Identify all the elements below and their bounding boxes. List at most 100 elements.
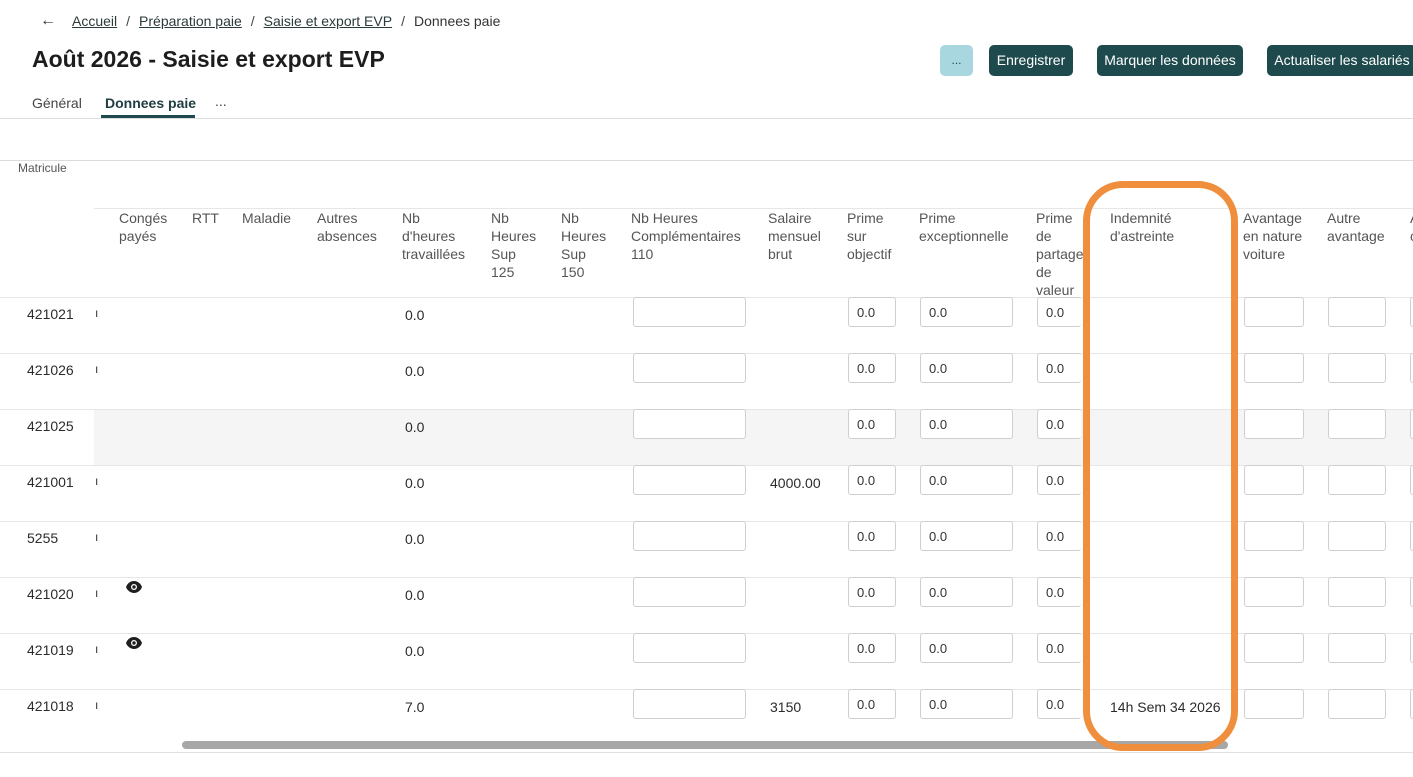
column-header-line: Sup: [491, 246, 516, 262]
heures-complementaires-input[interactable]: [633, 521, 746, 551]
refresh-employees-button[interactable]: Actualiser les salariés: [1267, 45, 1413, 76]
tab-more[interactable]: ...: [215, 93, 227, 109]
avantage-voiture-input[interactable]: [1244, 689, 1304, 719]
prime-partage-input[interactable]: 0.0: [1037, 465, 1081, 495]
prime-partage-input[interactable]: 0.0: [1037, 297, 1081, 327]
heures-travaillees-cell: 0.0: [405, 587, 425, 603]
row-marker: ı: [95, 642, 99, 656]
prime-exceptionnelle-input[interactable]: 0.0: [920, 353, 1013, 383]
prime-exceptionnelle-input[interactable]: 0.0: [920, 689, 1013, 719]
breadcrumb-separator: /: [401, 13, 405, 29]
breadcrumb-separator: /: [126, 13, 131, 29]
row-marker: ı: [95, 530, 99, 544]
breadcrumb-accueil[interactable]: Accueil: [72, 13, 117, 29]
prime-partage-input[interactable]: 0.0: [1037, 409, 1081, 439]
arrow-left-icon[interactable]: ←: [40, 12, 56, 30]
heures-travaillees-cell: 0.0: [405, 643, 425, 659]
matricule-cell: 421020: [27, 586, 74, 602]
prime-objectif-input[interactable]: 0.0: [848, 577, 896, 607]
column-header-autres_abs: Autres absences: [317, 209, 377, 245]
heures-complementaires-input[interactable]: [633, 689, 746, 719]
heures-complementaires-input[interactable]: [633, 297, 746, 327]
autre-avantage-input[interactable]: [1328, 689, 1386, 719]
autre-avantage-input[interactable]: [1328, 297, 1386, 327]
prime-partage-input[interactable]: 0.0: [1037, 521, 1081, 551]
column-header-line: Prime: [919, 210, 956, 226]
tab-donnees-paie[interactable]: Donnees paie: [105, 95, 196, 111]
autre-avantage-input[interactable]: [1328, 465, 1386, 495]
prime-exceptionnelle-input[interactable]: 0.0: [920, 409, 1013, 439]
column-header-line: d'heures: [402, 228, 456, 244]
column-header-line: sur: [847, 228, 867, 244]
column-header-line: RTT: [192, 210, 219, 226]
avantage-voiture-input[interactable]: [1244, 577, 1304, 607]
autre-avantage-input[interactable]: [1328, 353, 1386, 383]
breadcrumb-preparation-paie[interactable]: Préparation paie: [139, 13, 242, 29]
avantage-voiture-input[interactable]: [1244, 633, 1304, 663]
avantage-voiture-input[interactable]: [1244, 297, 1304, 327]
matricule-cell: 421019: [27, 642, 74, 658]
tab-general[interactable]: Général: [32, 95, 82, 111]
column-header-line: Heures: [561, 228, 607, 244]
save-button[interactable]: Enregistrer: [989, 45, 1073, 76]
column-header-avantage_voiture: Avantage en nature voiture: [1243, 209, 1302, 263]
autre-avantage-input[interactable]: [1328, 577, 1386, 607]
prime-exceptionnelle-input[interactable]: 0.0: [920, 297, 1013, 327]
avantage-voiture-input[interactable]: [1244, 353, 1304, 383]
prime-objectif-input[interactable]: 0.0: [848, 689, 896, 719]
column-header-conges: Congés payés: [119, 209, 167, 245]
prime-objectif-input[interactable]: 0.0: [848, 521, 896, 551]
avantage-voiture-input[interactable]: [1244, 409, 1304, 439]
autre-avantage-input[interactable]: [1328, 633, 1386, 663]
prime-exceptionnelle-input[interactable]: 0.0: [920, 521, 1013, 551]
column-header-line: Nb Heures: [631, 210, 698, 226]
highlight-annotation: [1083, 181, 1238, 751]
prime-partage-input[interactable]: 0.0: [1037, 689, 1081, 719]
avantage-voiture-input[interactable]: [1244, 521, 1304, 551]
heures-complementaires-input[interactable]: [633, 465, 746, 495]
prime-partage-input[interactable]: 0.0: [1037, 577, 1081, 607]
row-marker: ı: [95, 474, 99, 488]
prime-partage-input[interactable]: 0.0: [1037, 633, 1081, 663]
prime-objectif-input[interactable]: 0.0: [848, 353, 896, 383]
heures-complementaires-input[interactable]: [633, 353, 746, 383]
horizontal-scrollbar[interactable]: [182, 741, 1228, 749]
column-header-line: Sup: [561, 246, 586, 262]
heures-travaillees-cell: 0.0: [405, 419, 425, 435]
prime-objectif-input[interactable]: 0.0: [848, 465, 896, 495]
column-header-line: Nb: [561, 210, 579, 226]
prime-objectif-input[interactable]: 0.0: [848, 409, 896, 439]
heures-complementaires-input[interactable]: [633, 633, 746, 663]
column-header-line: Congés: [119, 210, 168, 226]
avantage-voiture-input[interactable]: [1244, 465, 1304, 495]
eye-icon[interactable]: [126, 580, 142, 598]
heures-complementaires-input[interactable]: [633, 409, 746, 439]
prime-partage-input[interactable]: 0.0: [1037, 353, 1081, 383]
column-header-line: Maladie: [242, 210, 292, 226]
column-header-line: payés: [119, 228, 157, 244]
prime-exceptionnelle-input[interactable]: 0.0: [920, 633, 1013, 663]
matricule-cell: 421001: [27, 474, 74, 490]
heures-complementaires-input[interactable]: [633, 577, 746, 607]
prime-exceptionnelle-input[interactable]: 0.0: [920, 465, 1013, 495]
row-marker: ı: [95, 362, 99, 376]
autre-avantage-input[interactable]: [1328, 521, 1386, 551]
prime-objectif-input[interactable]: 0.0: [848, 297, 896, 327]
prime-exceptionnelle-input[interactable]: 0.0: [920, 577, 1013, 607]
table-top-divider: [0, 160, 1413, 161]
column-header-maladie: Maladie: [242, 209, 291, 227]
matricule-cell: 421025: [27, 418, 74, 434]
mark-data-button[interactable]: Marquer les données: [1097, 45, 1243, 76]
column-header-line: partage: [1036, 246, 1084, 262]
breadcrumb: ← Accueil / Préparation paie / Saisie et…: [40, 12, 500, 30]
column-header-line: exceptionnelle: [919, 228, 1009, 244]
autre-avantage-input[interactable]: [1328, 409, 1386, 439]
eye-icon[interactable]: [126, 636, 142, 654]
breadcrumb-saisie-export[interactable]: Saisie et export EVP: [264, 13, 392, 29]
column-header-line: Nb: [491, 210, 509, 226]
more-actions-button[interactable]: ...: [940, 45, 973, 76]
prime-objectif-input[interactable]: 0.0: [848, 633, 896, 663]
column-header-line: Heures: [491, 228, 537, 244]
tabs-divider: [0, 118, 1413, 119]
column-header-nb_heures: Nb d'heures travaillées: [402, 209, 465, 263]
